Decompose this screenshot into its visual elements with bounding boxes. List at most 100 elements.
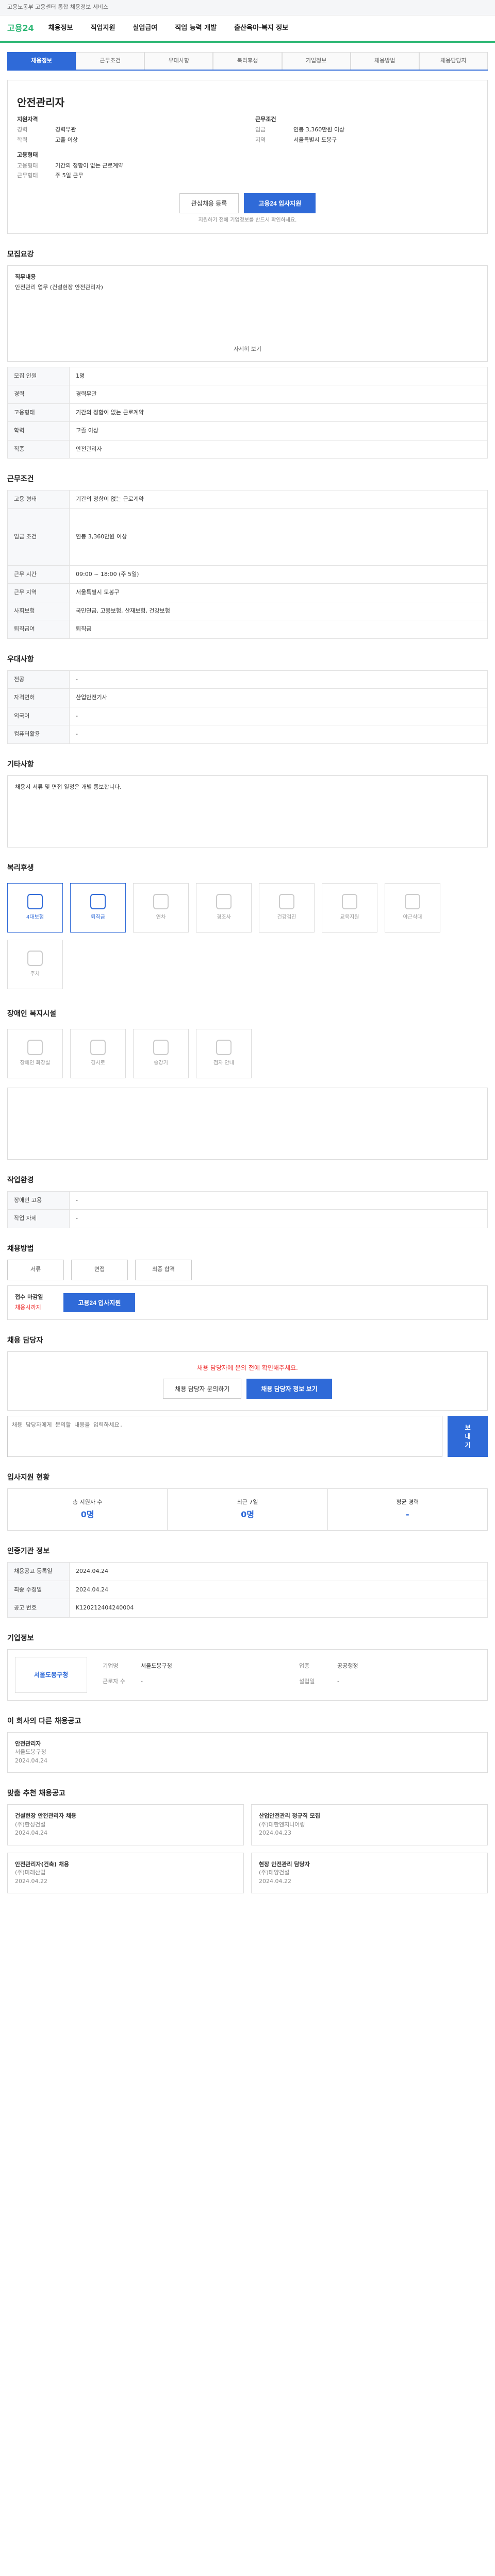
method-step: 최종 합격 — [135, 1259, 192, 1280]
recommend-card[interactable]: 건설현장 안전관리자 채용 (주)한성건설 2024.04.24 — [7, 1804, 244, 1845]
logo[interactable]: 고용24 — [7, 22, 34, 35]
gnb-item[interactable]: 채용정보 — [48, 23, 73, 33]
kv-key: 임금 — [255, 126, 266, 133]
related-section: 이 회사의 다른 채용공고 안전관리자 서울도봉구청 2024.04.24 — [7, 1707, 488, 1780]
company-section: 기업정보 서울도봉구청 기업명 서울도봉구청 업종 공공행정 근로자 수 - 설립일 - — [7, 1624, 488, 1707]
rec-date: 2024.04.24 — [15, 1829, 47, 1836]
section-title: 복리후생 — [7, 863, 34, 872]
kv-value: - — [337, 1677, 339, 1685]
tab-welfare[interactable]: 복리후생 — [213, 52, 282, 70]
rec-org: (주)한성건설 — [15, 1821, 46, 1828]
badge-label: 경사로 — [91, 1060, 105, 1066]
section-title: 기타사항 — [7, 760, 34, 769]
job-table: 모집 인원 1명 경력 경력무관 고용형태 기간의 정함이 없는 근로계약 학력 고졸 … — [7, 366, 488, 459]
rec-org: (주)대한엔지니어링 — [259, 1821, 305, 1828]
welfare-icon — [405, 894, 420, 909]
pref-section: 우대사항 전공 - 자격면허 산업안전기사 외국어 - 컴퓨터활용 - — [7, 645, 488, 750]
cell-value: 기간의 정함이 없는 근로계약 — [69, 403, 488, 422]
work-table: 고용 형태 기간의 정함이 없는 근로계약 임금 조건 연봉 3,360만원 이상 … — [7, 490, 488, 639]
send-button[interactable]: 보내기 — [448, 1415, 488, 1457]
gnb-item[interactable]: 출산육아·복지 정보 — [234, 23, 288, 33]
cond-head: 근무조건 — [255, 115, 276, 123]
cell-key: 직종 — [7, 439, 70, 459]
kv-value: 경력무관 — [55, 126, 76, 133]
badge-label: 4대보험 — [26, 914, 44, 920]
tab-recruit[interactable]: 채용정보 — [7, 52, 76, 70]
related-card[interactable]: 안전관리자 서울도봉구청 2024.04.24 — [7, 1732, 488, 1773]
kv-key: 업종 — [299, 1663, 310, 1669]
apply-button[interactable]: 고용24 입사지원 — [244, 193, 316, 213]
kv-key: 지역 — [255, 136, 266, 143]
welfare-badge: 야근식대 — [385, 883, 440, 933]
badge-label: 경조사 — [217, 914, 231, 920]
tab-preference[interactable]: 우대사항 — [144, 52, 213, 70]
facility-badge: 장애인 화장실 — [7, 1028, 63, 1078]
gnb-item[interactable]: 직업지원 — [91, 23, 116, 33]
welfare-badge: 경조사 — [196, 883, 252, 933]
apply-label: 접수 마감일 — [15, 1293, 43, 1300]
contact-ask-button[interactable]: 채용 담당자 문의하기 — [163, 1378, 242, 1399]
tab-contact[interactable]: 채용담당자 — [419, 52, 488, 70]
recommend-card[interactable]: 산업안전관리 정규직 모집 (주)대한엔지니어링 2024.04.23 — [251, 1804, 488, 1845]
cell-value: 연봉 3,360만원 이상 — [69, 508, 488, 566]
cell-value: 고졸 이상 — [69, 421, 488, 440]
cell-key: 학력 — [7, 421, 70, 440]
duty-label: 직무내용 — [15, 273, 36, 280]
apply-button-bottom[interactable]: 고용24 입사지원 — [63, 1293, 136, 1312]
gnb-item[interactable]: 실업급여 — [133, 23, 157, 33]
kv-value: 서울도봉구청 — [141, 1663, 172, 1669]
recommend-card[interactable]: 현장 안전관리 담당자 (주)태양건설 2024.04.22 — [251, 1852, 488, 1893]
bookmark-button[interactable]: 관심채용 등록 — [179, 193, 239, 213]
more-link[interactable]: 자세히 보기 — [15, 345, 480, 354]
contact-info-button[interactable]: 채용 담당자 정보 보기 — [246, 1378, 332, 1399]
kv-value: 기간의 정함이 없는 근로계약 — [55, 162, 123, 169]
cell-value: - — [69, 706, 488, 725]
workplace-table: 장애인 고용 - 작업 자세 - — [7, 1191, 488, 1228]
cell-key: 근무 시간 — [7, 565, 70, 584]
welfare-icon — [90, 894, 106, 909]
recommend-card[interactable]: 안전관리자(건축) 채용 (주)미래산업 2024.04.22 — [7, 1852, 244, 1893]
stat-value: - — [406, 1510, 409, 1519]
stat-value: 0명 — [80, 1510, 94, 1519]
cell-value: 서울특별시 도봉구 — [69, 583, 488, 602]
cell-value: 기간의 정함이 없는 근로계약 — [69, 490, 488, 509]
badge-label: 점자 안내 — [213, 1060, 234, 1066]
summary-section: 안전관리자 지원자격 경력 경력무관 학력 고졸 이상 근무조건 임금 연봉 3,36… — [7, 71, 488, 240]
rec-org: (주)태양건설 — [259, 1869, 290, 1876]
stats-section: 입사지원 현황 총 지원자 수 0명 최근 7일 0명 평균 경력 - — [7, 1463, 488, 1537]
welfare-badge: 건강검진 — [259, 883, 315, 933]
welfare-badge: 연차 — [133, 883, 189, 933]
badge-label: 장애인 화장실 — [20, 1060, 51, 1066]
stat-label: 평균 경력 — [396, 1498, 419, 1505]
global-nav: 고용24 채용정보 직업지원 실업급여 직업 능력 개발 출산육아·복지 정보 — [0, 15, 495, 41]
badge-label: 연차 — [156, 914, 166, 920]
section-title: 장애인 복지시설 — [7, 1009, 57, 1018]
rec-date: 2024.04.22 — [15, 1877, 47, 1885]
section-title: 맞춤 추천 채용공고 — [7, 1789, 65, 1798]
welfare-badge: 교육지원 — [322, 883, 377, 933]
tab-conditions[interactable]: 근무조건 — [76, 52, 145, 70]
cell-value: K120212404240004 — [69, 1599, 488, 1618]
work-section: 근무조건 고용 형태 기간의 정함이 없는 근로계약 임금 조건 연봉 3,360만… — [7, 465, 488, 645]
method-section: 채용방법 서류 면접 최종 합격 접수 마감일 채용시까지 고용24 입사지원 — [7, 1234, 488, 1326]
cell-key: 고용 형태 — [7, 490, 70, 509]
gnb-item[interactable]: 직업 능력 개발 — [175, 23, 217, 33]
contact-textarea[interactable] — [7, 1415, 443, 1457]
cell-value: 09:00 ~ 18:00 (주 5일) — [69, 565, 488, 584]
cell-value: 퇴직금 — [69, 620, 488, 639]
rec-title: 현장 안전관리 담당자 — [259, 1860, 310, 1868]
badge-label: 퇴직금 — [91, 914, 105, 920]
stat-item: 최근 7일 0명 — [168, 1488, 328, 1530]
section-title: 입사지원 현황 — [7, 1473, 50, 1482]
section-title: 채용 담당자 — [7, 1336, 43, 1345]
company-box: 서울도봉구청 기업명 서울도봉구청 업종 공공행정 근로자 수 - 설립일 - — [7, 1649, 488, 1701]
tab-method[interactable]: 채용방법 — [350, 52, 419, 70]
tab-company[interactable]: 기업정보 — [282, 52, 351, 70]
footer-spacer — [0, 1900, 495, 1915]
cell-value: 산업안전기사 — [69, 688, 488, 707]
badge-label: 주차 — [30, 971, 40, 977]
section-title: 이 회사의 다른 채용공고 — [7, 1717, 81, 1725]
cell-value: 2024.04.24 — [69, 1562, 488, 1581]
rec-title: 안전관리자(건축) 채용 — [15, 1860, 69, 1868]
rec-date: 2024.04.22 — [259, 1877, 291, 1885]
